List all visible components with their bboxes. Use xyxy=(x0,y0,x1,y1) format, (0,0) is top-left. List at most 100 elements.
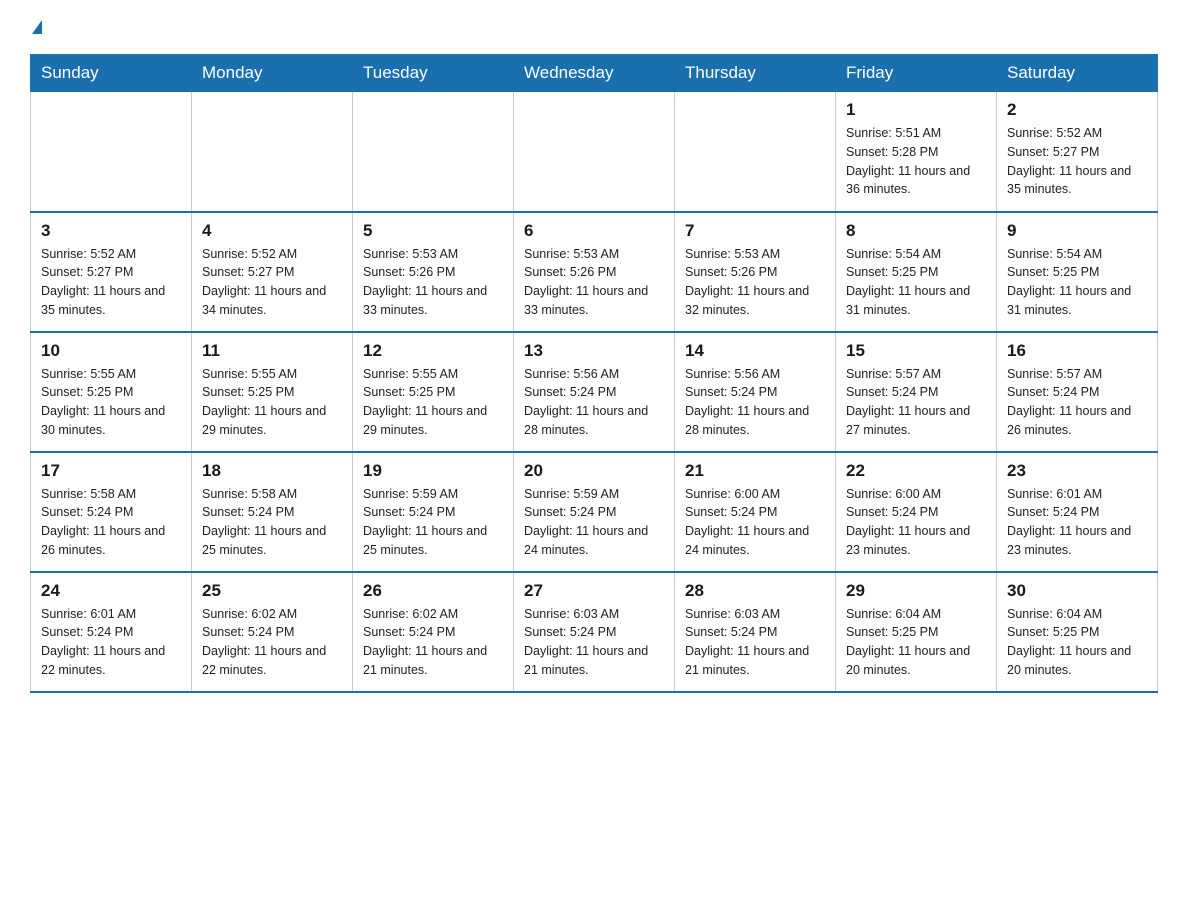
day-cell: 28Sunrise: 6:03 AM Sunset: 5:24 PM Dayli… xyxy=(675,572,836,692)
day-cell: 14 Sunrise: 5:56 AM Sunset: 5:24 PM Dayli… xyxy=(675,332,836,452)
day-info: Sunrise: 6:00 AM Sunset: 5:24 PM Dayligh… xyxy=(846,485,986,560)
day-info: Sunrise: 6:02 AM Sunset: 5:24 PM Dayligh… xyxy=(363,605,503,680)
day-number: 29 xyxy=(846,581,986,601)
day-number: 27 xyxy=(524,581,664,601)
logo xyxy=(30,20,42,34)
day-info: Sunrise: 5:55 AM Sunset: 5:25 PM Dayligh… xyxy=(41,365,181,440)
day-cell: 7 Sunrise: 5:53 AM Sunset: 5:26 PM Daylig… xyxy=(675,212,836,332)
day-number: 1 xyxy=(846,100,986,120)
week-row-5: 24 Sunrise: 6:01 AM Sunset: 5:24 PM Dayli… xyxy=(31,572,1158,692)
day-info: Sunrise: 5:53 AM Sunset: 5:26 PM Dayligh… xyxy=(524,245,664,320)
day-info: Sunrise: 6:00 AM Sunset: 5:24 PM Dayligh… xyxy=(685,485,825,560)
day-cell: 17 Sunrise: 5:58 AM Sunset: 5:24 PM Dayli… xyxy=(31,452,192,572)
day-number: 7 xyxy=(685,221,825,241)
day-info: Sunrise: 6:04 AM Sunset: 5:25 PM Dayligh… xyxy=(846,605,986,680)
day-cell xyxy=(192,92,353,212)
day-info: Sunrise: 5:52 AM Sunset: 5:27 PM Dayligh… xyxy=(1007,124,1147,199)
day-number: 13 xyxy=(524,341,664,361)
day-cell: 27Sunrise: 6:03 AM Sunset: 5:24 PM Dayli… xyxy=(514,572,675,692)
day-number: 15 xyxy=(846,341,986,361)
weekday-header-tuesday: Tuesday xyxy=(353,55,514,92)
day-info: Sunrise: 5:57 AM Sunset: 5:24 PM Dayligh… xyxy=(846,365,986,440)
weekday-header-thursday: Thursday xyxy=(675,55,836,92)
day-info: Sunrise: 6:04 AM Sunset: 5:25 PM Dayligh… xyxy=(1007,605,1147,680)
day-info: Sunrise: 5:51 AM Sunset: 5:28 PM Dayligh… xyxy=(846,124,986,199)
day-info: Sunrise: 6:01 AM Sunset: 5:24 PM Dayligh… xyxy=(1007,485,1147,560)
day-cell xyxy=(514,92,675,212)
logo-triangle-icon xyxy=(32,20,42,34)
day-number: 20 xyxy=(524,461,664,481)
day-info: Sunrise: 5:56 AM Sunset: 5:24 PM Dayligh… xyxy=(524,365,664,440)
day-number: 14 xyxy=(685,341,825,361)
day-number: 26 xyxy=(363,581,503,601)
day-cell: 13 Sunrise: 5:56 AM Sunset: 5:24 PM Dayli… xyxy=(514,332,675,452)
day-info: Sunrise: 5:52 AM Sunset: 5:27 PM Dayligh… xyxy=(202,245,342,320)
day-cell: 5 Sunrise: 5:53 AM Sunset: 5:26 PM Daylig… xyxy=(353,212,514,332)
day-number: 18 xyxy=(202,461,342,481)
day-number: 11 xyxy=(202,341,342,361)
day-number: 3 xyxy=(41,221,181,241)
day-cell: 10 Sunrise: 5:55 AM Sunset: 5:25 PM Dayli… xyxy=(31,332,192,452)
week-row-4: 17 Sunrise: 5:58 AM Sunset: 5:24 PM Dayli… xyxy=(31,452,1158,572)
day-info: Sunrise: 5:59 AM Sunset: 5:24 PM Dayligh… xyxy=(524,485,664,560)
day-info: Sunrise: 6:01 AM Sunset: 5:24 PM Dayligh… xyxy=(41,605,181,680)
day-number: 21 xyxy=(685,461,825,481)
day-cell: 26 Sunrise: 6:02 AM Sunset: 5:24 PM Dayli… xyxy=(353,572,514,692)
day-cell: 29 Sunrise: 6:04 AM Sunset: 5:25 PM Dayli… xyxy=(836,572,997,692)
day-cell xyxy=(675,92,836,212)
day-info: Sunrise: 6:02 AM Sunset: 5:24 PM Dayligh… xyxy=(202,605,342,680)
day-number: 9 xyxy=(1007,221,1147,241)
day-info: Sunrise: 5:58 AM Sunset: 5:24 PM Dayligh… xyxy=(41,485,181,560)
day-info: Sunrise: 5:56 AM Sunset: 5:24 PM Dayligh… xyxy=(685,365,825,440)
day-cell: 23 Sunrise: 6:01 AM Sunset: 5:24 PM Dayli… xyxy=(997,452,1158,572)
day-cell: 11 Sunrise: 5:55 AM Sunset: 5:25 PM Dayli… xyxy=(192,332,353,452)
day-cell: 8 Sunrise: 5:54 AM Sunset: 5:25 PM Daylig… xyxy=(836,212,997,332)
weekday-header-saturday: Saturday xyxy=(997,55,1158,92)
day-cell xyxy=(31,92,192,212)
day-cell: 22 Sunrise: 6:00 AM Sunset: 5:24 PM Dayli… xyxy=(836,452,997,572)
day-cell xyxy=(353,92,514,212)
day-number: 2 xyxy=(1007,100,1147,120)
day-info: Sunrise: 5:54 AM Sunset: 5:25 PM Dayligh… xyxy=(1007,245,1147,320)
day-number: 30 xyxy=(1007,581,1147,601)
day-cell: 12Sunrise: 5:55 AM Sunset: 5:25 PM Dayli… xyxy=(353,332,514,452)
day-cell: 30 Sunrise: 6:04 AM Sunset: 5:25 PM Dayli… xyxy=(997,572,1158,692)
weekday-header-friday: Friday xyxy=(836,55,997,92)
day-number: 8 xyxy=(846,221,986,241)
day-info: Sunrise: 5:58 AM Sunset: 5:24 PM Dayligh… xyxy=(202,485,342,560)
day-cell: 15 Sunrise: 5:57 AM Sunset: 5:24 PM Dayli… xyxy=(836,332,997,452)
weekday-header-monday: Monday xyxy=(192,55,353,92)
day-info: Sunrise: 5:55 AM Sunset: 5:25 PM Dayligh… xyxy=(202,365,342,440)
day-number: 24 xyxy=(41,581,181,601)
day-cell: 16Sunrise: 5:57 AM Sunset: 5:24 PM Dayli… xyxy=(997,332,1158,452)
day-info: Sunrise: 5:59 AM Sunset: 5:24 PM Dayligh… xyxy=(363,485,503,560)
page-header xyxy=(30,20,1158,34)
day-cell: 4Sunrise: 5:52 AM Sunset: 5:27 PM Daylig… xyxy=(192,212,353,332)
day-number: 17 xyxy=(41,461,181,481)
day-number: 19 xyxy=(363,461,503,481)
day-info: Sunrise: 5:53 AM Sunset: 5:26 PM Dayligh… xyxy=(363,245,503,320)
week-row-3: 10 Sunrise: 5:55 AM Sunset: 5:25 PM Dayli… xyxy=(31,332,1158,452)
day-number: 5 xyxy=(363,221,503,241)
week-row-1: 1 Sunrise: 5:51 AM Sunset: 5:28 PM Daylig… xyxy=(31,92,1158,212)
day-cell: 9 Sunrise: 5:54 AM Sunset: 5:25 PM Daylig… xyxy=(997,212,1158,332)
weekday-header-sunday: Sunday xyxy=(31,55,192,92)
day-info: Sunrise: 5:55 AM Sunset: 5:25 PM Dayligh… xyxy=(363,365,503,440)
day-cell: 24 Sunrise: 6:01 AM Sunset: 5:24 PM Dayli… xyxy=(31,572,192,692)
weekday-header-wednesday: Wednesday xyxy=(514,55,675,92)
day-number: 25 xyxy=(202,581,342,601)
week-row-2: 3 Sunrise: 5:52 AM Sunset: 5:27 PM Daylig… xyxy=(31,212,1158,332)
day-cell: 6Sunrise: 5:53 AM Sunset: 5:26 PM Daylig… xyxy=(514,212,675,332)
day-cell: 1 Sunrise: 5:51 AM Sunset: 5:28 PM Daylig… xyxy=(836,92,997,212)
day-number: 22 xyxy=(846,461,986,481)
day-number: 10 xyxy=(41,341,181,361)
day-number: 16 xyxy=(1007,341,1147,361)
weekday-header-row: SundayMondayTuesdayWednesdayThursdayFrid… xyxy=(31,55,1158,92)
day-cell: 21 Sunrise: 6:00 AM Sunset: 5:24 PM Dayli… xyxy=(675,452,836,572)
day-number: 28 xyxy=(685,581,825,601)
day-cell: 18 Sunrise: 5:58 AM Sunset: 5:24 PM Dayli… xyxy=(192,452,353,572)
day-info: Sunrise: 5:54 AM Sunset: 5:25 PM Dayligh… xyxy=(846,245,986,320)
day-cell: 2 Sunrise: 5:52 AM Sunset: 5:27 PM Daylig… xyxy=(997,92,1158,212)
day-info: Sunrise: 5:53 AM Sunset: 5:26 PM Dayligh… xyxy=(685,245,825,320)
day-number: 23 xyxy=(1007,461,1147,481)
